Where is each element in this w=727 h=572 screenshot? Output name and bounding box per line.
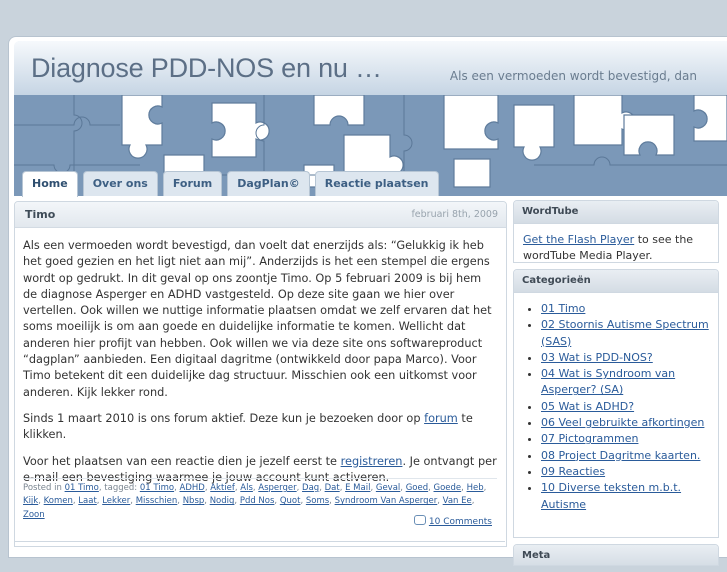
tag-link[interactable]: Kijk [23,496,38,506]
tag-link[interactable]: Goed [406,483,428,493]
post-content: Als een vermoeden wordt bevestigd, dan v… [15,228,506,486]
meta-tagged: , tagged: [98,483,138,493]
widget-content: Get the Flash Player to see the wordTube… [514,224,718,262]
widget-title: WordTube [514,201,718,224]
tag-link[interactable]: Geval [376,483,400,493]
tag-link[interactable]: Dat [325,483,340,493]
widget-title: Meta [514,545,718,565]
register-link[interactable]: registreren [341,455,403,468]
paragraph-text: Sinds 1 maart 2010 is ons forum aktief. … [23,411,425,425]
category-item: 06 Veel gebruikte afkortingen [541,415,710,431]
comment-bubble-icon [413,515,426,525]
category-item: 01 Timo [541,301,710,317]
category-link[interactable]: 05 Wat is ADHD? [541,400,634,413]
category-link[interactable]: 08 Project Dagritme kaarten. [541,449,700,462]
tag-link[interactable]: Misschien [136,496,178,506]
tag-link[interactable]: Soms [306,496,329,506]
category-link[interactable]: 04 Wat is Syndroom van Asperger? (SA) [541,367,675,396]
paragraph-text: Voor het plaatsen van een reactie dien j… [23,454,341,468]
header-title-bar: Diagnose PDD-NOS en nu … Als een vermoed… [14,41,727,95]
tab-forum[interactable]: Forum [162,171,223,196]
tag-link[interactable]: Heb [467,483,484,493]
tag-link[interactable]: Lekker [102,496,130,506]
category-link[interactable]: 06 Veel gebruikte afkortingen [541,416,704,429]
category-item: 10 Diverse teksten m.b.t. Autisme [541,480,710,513]
tab-over-ons[interactable]: Over ons [82,171,158,196]
tag-link[interactable]: Dag [302,483,319,493]
category-item: 08 Project Dagritme kaarten. [541,448,710,464]
category-item: 02 Stoornis Autisme Spectrum (SAS) [541,317,710,350]
tag-link[interactable]: E Mail [345,483,370,493]
tag-link[interactable]: Als [240,483,253,493]
category-item: 04 Wat is Syndroom van Asperger? (SA) [541,366,710,399]
category-link[interactable]: 09 Reacties [541,465,605,478]
tag-link[interactable]: Van Ee [443,496,472,506]
site-description: Als een vermoeden wordt bevestigd, dan [449,69,697,83]
category-list: 01 Timo 02 Stoornis Autisme Spectrum (SA… [523,301,710,513]
tag-link[interactable]: Aktief [210,483,235,493]
main-nav: Home Over ons Forum DagPlan© Reactie pla… [22,171,439,197]
tag-separator: , [483,483,487,493]
widget-title: Categorieën [514,270,718,293]
post-date: februari 8th, 2009 [411,209,498,220]
tag-link[interactable]: Goede [434,483,462,493]
tag-link[interactable]: Nodig [210,496,235,506]
tag-link[interactable]: Zoon [23,510,45,520]
tab-home[interactable]: Home [22,171,78,197]
tag-link[interactable]: Quot [280,496,301,506]
category-link[interactable]: 02 Stoornis Autisme Spectrum (SAS) [541,318,709,347]
category-item: 03 Wat is PDD-NOS? [541,350,710,366]
category-item: 07 Pictogrammen [541,431,710,447]
sidebar: WordTube Get the Flash Player to see the… [513,200,719,572]
next-post-edge [14,541,505,546]
tag-link[interactable]: 01 Timo [140,483,174,493]
flash-player-link[interactable]: Get the Flash Player [523,233,634,246]
category-link[interactable]: 01 Timo [541,302,585,315]
post: Timo februari 8th, 2009 Als een vermoede… [14,201,507,547]
tag-separator: , [471,496,475,507]
tag-link[interactable]: ADHD [180,483,205,493]
category-link[interactable]: 01 Timo [65,483,99,493]
widget-content: 01 Timo 02 Stoornis Autisme Spectrum (SA… [514,293,718,513]
tag-link[interactable]: Nbsp [183,496,205,506]
post-title[interactable]: Timo [25,208,55,221]
category-item: 05 Wat is ADHD? [541,399,710,415]
widget-categories: Categorieën 01 Timo 02 Stoornis Autisme … [513,269,719,538]
tag-link[interactable]: Syndroom Van Asperger [335,496,438,506]
tag-link[interactable]: Asperger [258,483,296,493]
tag-link[interactable]: Laat [78,496,97,506]
tab-dagplan[interactable]: DagPlan© [227,171,310,196]
category-item: 09 Reacties [541,464,710,480]
post-header: Timo februari 8th, 2009 [15,202,506,228]
widget-wordtube: WordTube Get the Flash Player to see the… [513,200,719,263]
widget-meta: Meta [513,544,719,566]
forum-link[interactable]: forum [424,412,458,425]
comments-link[interactable]: 10 Comments [413,515,492,527]
site-title[interactable]: Diagnose PDD-NOS en nu … [31,53,382,84]
tag-link[interactable]: Pdd Nos [240,496,275,506]
comments-count[interactable]: 10 Comments [429,517,492,527]
category-link[interactable]: 07 Pictogrammen [541,432,638,445]
tag-link[interactable]: Komen [44,496,73,506]
post-paragraph: Als een vermoeden wordt bevestigd, dan v… [23,239,492,399]
category-link[interactable]: 03 Wat is PDD-NOS? [541,351,653,364]
category-link[interactable]: 10 Diverse teksten m.b.t. Autisme [541,481,681,510]
meta-prefix: Posted in [23,483,62,493]
post-paragraph: Sinds 1 maart 2010 is ons forum aktief. … [23,411,498,444]
tab-reactie-plaatsen[interactable]: Reactie plaatsen [314,171,439,196]
